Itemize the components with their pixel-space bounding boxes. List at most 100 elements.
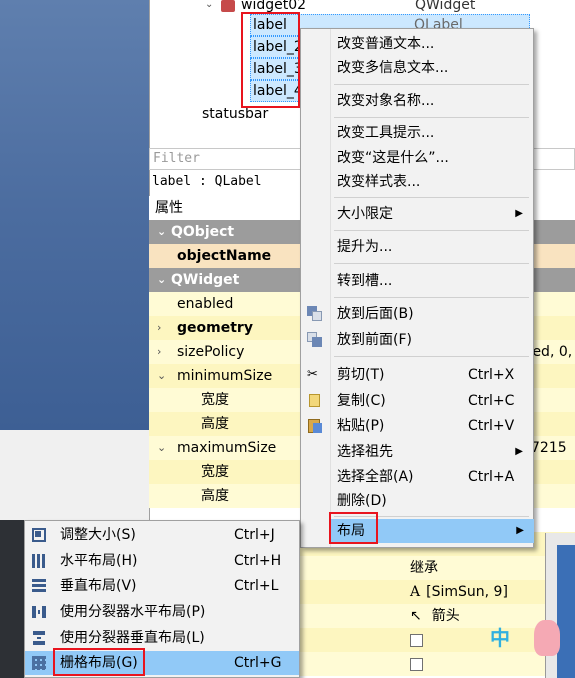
menu-item-select-ancestor[interactable]: 选择祖先 ▶ [301, 440, 533, 464]
splitter-vertical-icon [31, 630, 47, 646]
menu-separator [334, 356, 529, 357]
vertical-layout-icon [31, 578, 47, 594]
menu-item-label: 调整大小(S) [60, 527, 136, 543]
horizontal-layout-icon [31, 553, 47, 569]
menu-item-paste[interactable]: 粘贴(P) Ctrl+V [301, 414, 533, 438]
grid-layout-icon [31, 655, 47, 671]
menu-item-label: 复制(C) [337, 393, 386, 409]
menu-item-change-rich-text[interactable]: 改变多信息文本... [301, 56, 533, 80]
tree-item-name: label [253, 17, 287, 33]
menu-item-label: 布局 [337, 523, 365, 539]
submenu-arrow-icon: ▶ [515, 208, 523, 219]
menu-item-label: 使用分裂器垂直布局(L) [60, 630, 205, 646]
menu-item-label: 放到后面(B) [337, 306, 414, 322]
menu-item-shortcut: Ctrl+L [234, 578, 279, 594]
scissors-icon: ✂ [307, 367, 318, 382]
menu-item-layout[interactable]: 布局 ▶ [330, 519, 534, 543]
menu-item-label: 选择全部(A) [337, 469, 414, 485]
desktop-background [0, 0, 149, 430]
submenu-arrow-icon: ▶ [515, 446, 523, 457]
menu-item-label: 转到槽... [337, 273, 393, 289]
menu-item-change-plain-text[interactable]: 改变普通文本... [301, 32, 533, 56]
widget-icon [221, 0, 235, 12]
menu-separator [334, 263, 529, 264]
menu-item-cut[interactable]: ✂ 剪切(T) Ctrl+X [301, 363, 533, 387]
tree-item-name: label_4 [253, 83, 303, 99]
menu-item-label: 大小限定 [337, 206, 393, 222]
menu-item-label: 改变普通文本... [337, 36, 435, 52]
menu-item-label: 改变多信息文本... [337, 60, 449, 76]
cursor-value: 箭头 [431, 608, 460, 624]
menu-item-shortcut: Ctrl+H [234, 553, 282, 569]
bring-to-front-icon [307, 332, 323, 348]
menu-separator [334, 297, 529, 298]
menu-item-label: 栅格布局(G) [60, 655, 138, 671]
adjust-size-icon [31, 527, 47, 543]
menu-item-shortcut: Ctrl+V [468, 418, 515, 434]
layout-submenu: 调整大小(S) Ctrl+J 水平布局(H) Ctrl+H 垂直布局(V) Ct… [24, 520, 300, 678]
menu-item-size-constraints[interactable]: 大小限定 ▶ [301, 202, 533, 226]
menu-item-vertical-layout[interactable]: 垂直布局(V) Ctrl+L [25, 574, 299, 598]
window-strip [0, 430, 149, 520]
property-value: 7215 [531, 440, 567, 456]
menu-item-change-stylesheet[interactable]: 改变样式表... [301, 170, 533, 194]
menu-item-label: 改变样式表... [337, 174, 421, 190]
menu-item-label: 选择祖先 [337, 444, 393, 460]
menu-item-splitter-vertical[interactable]: 使用分裂器垂直布局(L) [25, 626, 299, 650]
taskbar-edge [0, 520, 25, 678]
menu-item-send-to-back[interactable]: 放到后面(B) [301, 302, 533, 326]
menu-item-label: 删除(D) [337, 493, 387, 509]
menu-item-label: 使用分裂器水平布局(P) [60, 604, 206, 620]
menu-item-label: 改变“这是什么”... [337, 150, 449, 166]
menu-separator [334, 516, 529, 517]
menu-item-change-whats-this[interactable]: 改变“这是什么”... [301, 146, 533, 170]
tree-item-name: label_3 [253, 61, 303, 77]
menu-item-shortcut: Ctrl+C [468, 393, 515, 409]
menu-item-horizontal-layout[interactable]: 水平布局(H) Ctrl+H [25, 549, 299, 573]
menu-item-shortcut: Ctrl+X [468, 367, 515, 383]
menu-separator [334, 117, 529, 118]
tree-item-name: statusbar [202, 106, 269, 122]
menu-item-label: 水平布局(H) [60, 553, 138, 569]
menu-item-adjust-size[interactable]: 调整大小(S) Ctrl+J [25, 523, 299, 547]
menu-item-label: 改变对象名称... [337, 93, 435, 109]
menu-item-grid-layout[interactable]: 栅格布局(G) Ctrl+G [25, 651, 299, 675]
menu-item-shortcut: Ctrl+G [234, 655, 282, 671]
menu-item-select-all[interactable]: 选择全部(A) Ctrl+A [301, 465, 533, 489]
menu-item-bring-to-front[interactable]: 放到前面(F) [301, 328, 533, 352]
submenu-arrow-icon: ▶ [516, 525, 524, 536]
menu-item-label: 剪切(T) [337, 367, 385, 383]
menu-item-shortcut: Ctrl+A [468, 469, 515, 485]
menu-item-label: 垂直布局(V) [60, 578, 137, 594]
menu-item-label: 粘贴(P) [337, 418, 385, 434]
checkbox[interactable] [410, 657, 423, 671]
send-to-back-icon [307, 306, 323, 322]
font-value: [SimSun, 9] [426, 584, 508, 600]
menu-separator [334, 197, 529, 198]
menu-item-label: 放到前面(F) [337, 332, 412, 348]
chevron-down-icon: ⌄ [205, 0, 214, 10]
menu-item-go-to-slot[interactable]: 转到槽... [301, 269, 533, 293]
menu-separator [334, 84, 529, 85]
context-menu: 改变普通文本... 改变多信息文本... 改变对象名称... 改变工具提示...… [300, 28, 534, 548]
splitter-horizontal-icon [31, 604, 47, 620]
menu-item-change-tooltip[interactable]: 改变工具提示... [301, 121, 533, 145]
menu-item-label: 提升为... [337, 239, 393, 255]
copy-icon [307, 393, 323, 409]
menu-item-delete[interactable]: 删除(D) [301, 489, 533, 513]
checkbox[interactable] [410, 633, 423, 647]
ime-toolbar[interactable]: 中 [490, 620, 560, 675]
menu-item-copy[interactable]: 复制(C) Ctrl+C [301, 389, 533, 413]
tree-item-name: label_2 [253, 39, 303, 55]
font-icon: A [410, 584, 421, 600]
ime-chinese-icon: 中 [490, 626, 510, 650]
menu-separator [334, 230, 529, 231]
paste-icon [307, 418, 323, 434]
menu-item-shortcut: Ctrl+J [234, 527, 275, 543]
cursor-arrow-icon: ↖ [410, 608, 422, 624]
menu-item-change-object-name[interactable]: 改变对象名称... [301, 89, 533, 113]
menu-item-label: 改变工具提示... [337, 125, 435, 141]
menu-item-promote-to[interactable]: 提升为... [301, 235, 533, 259]
menu-item-splitter-horizontal[interactable]: 使用分裂器水平布局(P) [25, 600, 299, 624]
ime-mascot-icon [534, 620, 560, 656]
